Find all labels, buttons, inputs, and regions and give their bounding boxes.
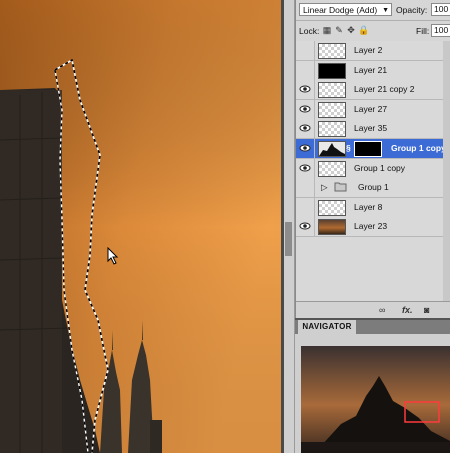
layer-row[interactable]: Layer 35	[296, 119, 450, 139]
lock-transparent-icon[interactable]: ▦	[322, 25, 332, 35]
layer-name: Layer 8	[354, 202, 383, 212]
blend-row: Linear Dodge (Add) ▼ Opacity: 100	[296, 0, 450, 21]
layer-row[interactable]: Layer 21	[296, 61, 450, 81]
layer-name: Layer 27	[354, 104, 388, 114]
document-canvas[interactable]	[0, 0, 281, 453]
layers-footer: ∞ fx. ◙	[296, 301, 450, 319]
layer-thumbnail	[318, 43, 346, 59]
lock-move-icon[interactable]: ✥	[346, 25, 356, 35]
tab-navigator[interactable]: NAVIGATOR	[298, 320, 356, 334]
navigator-preview[interactable]	[301, 346, 450, 453]
layer-name: Group 1	[358, 182, 389, 192]
layer-row[interactable]: Layer 21 copy 2	[296, 80, 450, 100]
visibility-toggle[interactable]	[296, 178, 315, 197]
visibility-toggle[interactable]	[296, 217, 315, 236]
opacity-label: Opacity:	[396, 5, 428, 15]
layer-row[interactable]: Layer 27	[296, 100, 450, 120]
layer-name: Layer 2	[354, 45, 383, 55]
chevron-down-icon: ▼	[382, 7, 389, 14]
lock-label: Lock:	[299, 26, 320, 36]
eye-icon	[299, 164, 311, 172]
layer-row[interactable]: Layer 8	[296, 198, 450, 218]
layer-thumbnail	[318, 161, 346, 177]
layer-name: Layer 21	[354, 65, 388, 75]
blend-mode-value: Linear Dodge (Add)	[303, 5, 378, 15]
layer-row[interactable]: Layer 2	[296, 41, 450, 61]
layer-name: Group 1 copy 2	[391, 143, 450, 153]
visibility-toggle[interactable]	[296, 159, 315, 178]
layer-row[interactable]: ▷ Group 1	[296, 178, 450, 198]
layer-thumbnail	[318, 63, 346, 79]
fx-label: fx.	[402, 305, 413, 315]
layer-row[interactable]: § Group 1 copy 2	[296, 139, 450, 159]
lock-row: Lock: ▦ ✎ ✥ 🔒 Fill: 100	[296, 21, 450, 42]
canvas-scrollbar[interactable]	[284, 0, 295, 453]
blend-mode-select[interactable]: Linear Dodge (Add) ▼	[299, 3, 392, 16]
eye-icon	[299, 124, 311, 132]
mask-icon[interactable]: ◙	[424, 305, 429, 316]
layer-name: Group 1 copy	[354, 163, 406, 173]
layer-list: Layer 2 Layer 21 Layer 21 copy 2 Layer 27 La…	[296, 41, 450, 301]
layer-thumbnail	[318, 141, 346, 157]
layer-name: Layer 23	[354, 221, 388, 231]
layer-row[interactable]: Group 1 copy	[296, 159, 450, 179]
layers-panel: Linear Dodge (Add) ▼ Opacity: 100 Lock: …	[295, 0, 450, 319]
opacity-value: 100	[434, 4, 449, 14]
lock-paint-icon[interactable]: ✎	[334, 25, 344, 35]
fx-icon[interactable]: fx.	[402, 305, 413, 316]
visibility-toggle[interactable]	[296, 119, 315, 138]
folder-icon	[334, 181, 347, 195]
visibility-toggle[interactable]	[296, 100, 315, 119]
link-icon[interactable]: ∞	[379, 305, 385, 316]
layers-scrollbar[interactable]	[443, 41, 450, 301]
scrollbar-thumb[interactable]	[285, 222, 292, 256]
eye-icon	[299, 105, 311, 113]
canvas-image	[0, 0, 281, 453]
opacity-field[interactable]: 100	[431, 3, 450, 16]
visibility-toggle[interactable]	[296, 198, 315, 217]
fill-label: Fill:	[416, 26, 430, 36]
layer-mask-thumbnail[interactable]	[354, 141, 382, 157]
layer-thumbnail	[318, 82, 346, 98]
eye-icon	[299, 144, 311, 152]
navigator-thumbnail	[301, 346, 450, 453]
eye-icon	[299, 222, 311, 230]
eye-icon	[299, 85, 311, 93]
fill-value: 100	[434, 25, 449, 35]
layer-row[interactable]: Layer 23	[296, 217, 450, 237]
lock-all-icon[interactable]: 🔒	[358, 25, 369, 35]
layer-thumbnail	[318, 121, 346, 137]
navigator-panel: NAVIGATOR	[295, 320, 450, 453]
layer-name: Layer 21 copy 2	[354, 84, 415, 94]
fill-field[interactable]: 100	[431, 24, 450, 37]
visibility-toggle[interactable]	[296, 139, 315, 158]
expand-triangle-icon[interactable]: ▷	[321, 182, 328, 193]
navigator-tabbar: NAVIGATOR	[295, 320, 450, 334]
mask-link-icon[interactable]: §	[346, 143, 351, 154]
visibility-toggle[interactable]	[296, 80, 315, 99]
layer-name: Layer 35	[354, 123, 388, 133]
layer-thumbnail	[318, 102, 346, 118]
layer-thumbnail	[318, 200, 346, 216]
visibility-toggle[interactable]	[296, 61, 315, 80]
layer-thumbnail	[318, 219, 346, 235]
mouse-cursor-icon	[107, 247, 119, 265]
visibility-toggle[interactable]	[296, 41, 315, 60]
